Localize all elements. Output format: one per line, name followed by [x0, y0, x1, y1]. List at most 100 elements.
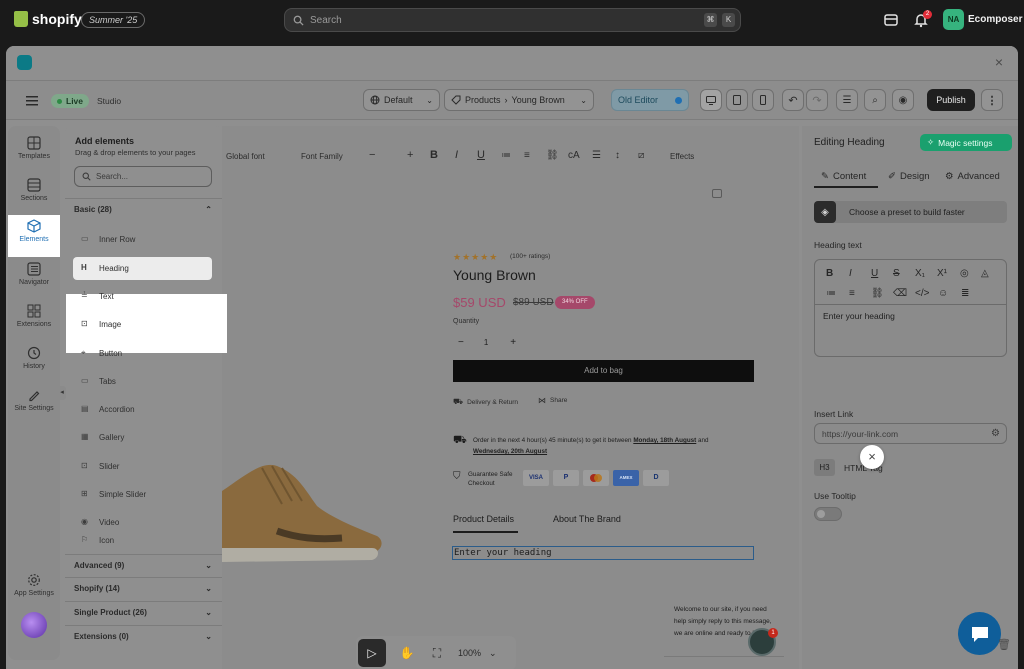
rail-item-app-settings[interactable]: App Settings: [8, 569, 60, 609]
font-family-select[interactable]: Font Family: [301, 152, 343, 161]
strikethrough-icon[interactable]: S: [893, 268, 900, 279]
text-case-icon[interactable]: cA: [568, 150, 580, 161]
inspect-button[interactable]: ⌕: [864, 89, 886, 111]
superscript-icon[interactable]: X¹: [937, 268, 947, 279]
element-video[interactable]: ◉ Video: [73, 511, 212, 534]
element-gallery[interactable]: ▦ Gallery: [73, 426, 212, 449]
template-select[interactable]: Default ⌄: [363, 89, 440, 111]
link-icon[interactable]: ⛓: [871, 288, 884, 299]
section-extensions[interactable]: Extensions (0) ⌄: [65, 625, 222, 647]
tab-content[interactable]: ✎ Content: [821, 166, 866, 186]
mobile-view-button[interactable]: [752, 89, 774, 111]
clear-format-icon[interactable]: ⧄: [638, 150, 644, 161]
fill-color-icon[interactable]: ◬: [981, 268, 989, 279]
close-icon[interactable]: ×: [992, 55, 1006, 69]
publish-button[interactable]: Publish: [927, 89, 975, 111]
tablet-view-button[interactable]: [726, 89, 748, 111]
ordered-list-icon[interactable]: ≔: [501, 150, 511, 161]
element-tabs[interactable]: ▭ Tabs: [73, 370, 212, 393]
plus-icon[interactable]: +: [510, 337, 516, 348]
store-name[interactable]: Ecomposer: [968, 14, 1022, 25]
section-single-product[interactable]: Single Product (26) ⌄: [65, 601, 222, 623]
hand-tool-icon[interactable]: ✋: [394, 646, 420, 660]
magic-settings-button[interactable]: ✧ Magic settings: [920, 134, 1012, 151]
unordered-list-icon[interactable]: ≡: [849, 288, 855, 299]
add-to-bag-button[interactable]: Add to bag: [453, 360, 754, 382]
line-height-icon[interactable]: ↕: [615, 150, 620, 161]
section-advanced[interactable]: Advanced (9) ⌄: [65, 554, 222, 576]
zoom-level[interactable]: 100%: [458, 648, 481, 658]
rail-item-sections[interactable]: Sections: [8, 174, 60, 214]
subscript-icon[interactable]: X₁: [915, 268, 925, 279]
section-shopify[interactable]: Shopify (14) ⌄: [65, 577, 222, 599]
increase-size-icon[interactable]: +: [407, 149, 413, 161]
trash-icon[interactable]: 🗑: [997, 638, 1011, 651]
element-simple-slider[interactable]: ⊞ Simple Slider: [73, 483, 212, 506]
preset-picker[interactable]: ◈ Choose a preset to build faster: [814, 201, 1007, 223]
live-chat-button[interactable]: [958, 612, 1001, 655]
use-tooltip-toggle[interactable]: [814, 507, 842, 521]
bold-icon[interactable]: B: [826, 268, 833, 279]
user-avatar[interactable]: NA: [943, 9, 964, 30]
database-icon[interactable]: ≣: [961, 288, 969, 299]
element-text[interactable]: ≟ Text: [73, 285, 212, 308]
store-icon[interactable]: [882, 11, 900, 29]
old-editor-toggle[interactable]: Old Editor: [611, 89, 689, 111]
underline-icon[interactable]: U: [871, 268, 878, 279]
element-button[interactable]: ⌖ Button: [73, 342, 212, 365]
tab-about-brand[interactable]: About The Brand: [553, 514, 621, 524]
collapse-arrow-icon[interactable]: ◂: [58, 386, 66, 400]
quantity-stepper[interactable]: − 1 +: [453, 334, 525, 351]
studio-label[interactable]: Studio: [97, 96, 121, 106]
underline-icon[interactable]: U: [477, 149, 485, 161]
chevron-down-icon[interactable]: ⌄: [489, 648, 497, 659]
fit-screen-icon[interactable]: ⛶: [424, 646, 450, 661]
selected-heading-element[interactable]: Enter your heading: [452, 546, 754, 560]
settings-sliders-button[interactable]: ☰: [836, 89, 858, 111]
link-icon[interactable]: ⛓: [546, 150, 559, 161]
element-image[interactable]: ⊡ Image: [73, 313, 212, 336]
align-icon[interactable]: ☰: [592, 150, 601, 161]
rail-item-extensions[interactable]: Extensions: [8, 300, 60, 340]
rail-item-elements[interactable]: Elements: [8, 215, 60, 257]
more-options-button[interactable]: ⋮: [981, 89, 1003, 111]
rail-item-navigator[interactable]: Navigator: [8, 258, 60, 298]
tab-product-details[interactable]: Product Details: [453, 514, 514, 524]
desktop-view-button[interactable]: [700, 89, 722, 111]
shopify-logo[interactable]: shopify: [14, 11, 82, 27]
ordered-list-icon[interactable]: ≔: [826, 288, 836, 299]
link-input[interactable]: https://your-link.com ⚙: [814, 423, 1007, 444]
effects-button[interactable]: Effects: [670, 152, 694, 161]
tab-advanced[interactable]: ⚙ Advanced: [945, 166, 1000, 186]
share-link[interactable]: ⋈ Share: [538, 396, 567, 405]
section-basic[interactable]: Basic (28) ⌃: [65, 198, 222, 220]
user-avatar-orb[interactable]: [21, 612, 47, 638]
element-heading[interactable]: H Heading: [73, 257, 212, 280]
rail-item-templates[interactable]: Templates: [8, 132, 60, 172]
italic-icon[interactable]: I: [849, 268, 852, 279]
page-breadcrumb-select[interactable]: Products › Young Brown ⌄: [444, 89, 594, 111]
rail-item-history[interactable]: History: [8, 342, 60, 382]
close-icon[interactable]: ×: [860, 445, 884, 469]
hamburger-menu-icon[interactable]: [26, 96, 38, 106]
undo-button[interactable]: ↶: [782, 89, 804, 111]
decrease-size-icon[interactable]: −: [369, 149, 375, 161]
tab-design[interactable]: ✐ Design: [888, 166, 930, 186]
rail-item-site-settings[interactable]: Site Settings: [8, 384, 60, 424]
element-icon[interactable]: ⚐ Icon: [73, 534, 212, 546]
global-search-input[interactable]: Search ⌘ K: [284, 8, 741, 32]
redo-button[interactable]: ↷: [806, 89, 828, 111]
preview-button[interactable]: ◉: [892, 89, 914, 111]
element-inner-row[interactable]: ▭ Inner Row: [73, 228, 212, 251]
bold-icon[interactable]: B: [430, 149, 438, 161]
pointer-tool-icon[interactable]: ▷: [358, 639, 386, 667]
minus-icon[interactable]: −: [458, 337, 464, 348]
element-accordion[interactable]: ▤ Accordion: [73, 398, 212, 421]
code-icon[interactable]: </>: [915, 288, 929, 299]
global-font-select[interactable]: Global font: [226, 152, 265, 161]
delivery-return-link[interactable]: ⛟ Delivery & Return: [453, 397, 518, 407]
heading-text-editor[interactable]: B I U S X₁ X¹ ◎ ◬ ≔ ≡ ⛓ ⌫ </> ☺ ≣ Enter …: [814, 259, 1007, 357]
elements-search-input[interactable]: Search...: [74, 166, 212, 187]
palette-icon[interactable]: ◎: [960, 268, 969, 279]
eraser-icon[interactable]: ⌫: [893, 288, 907, 299]
